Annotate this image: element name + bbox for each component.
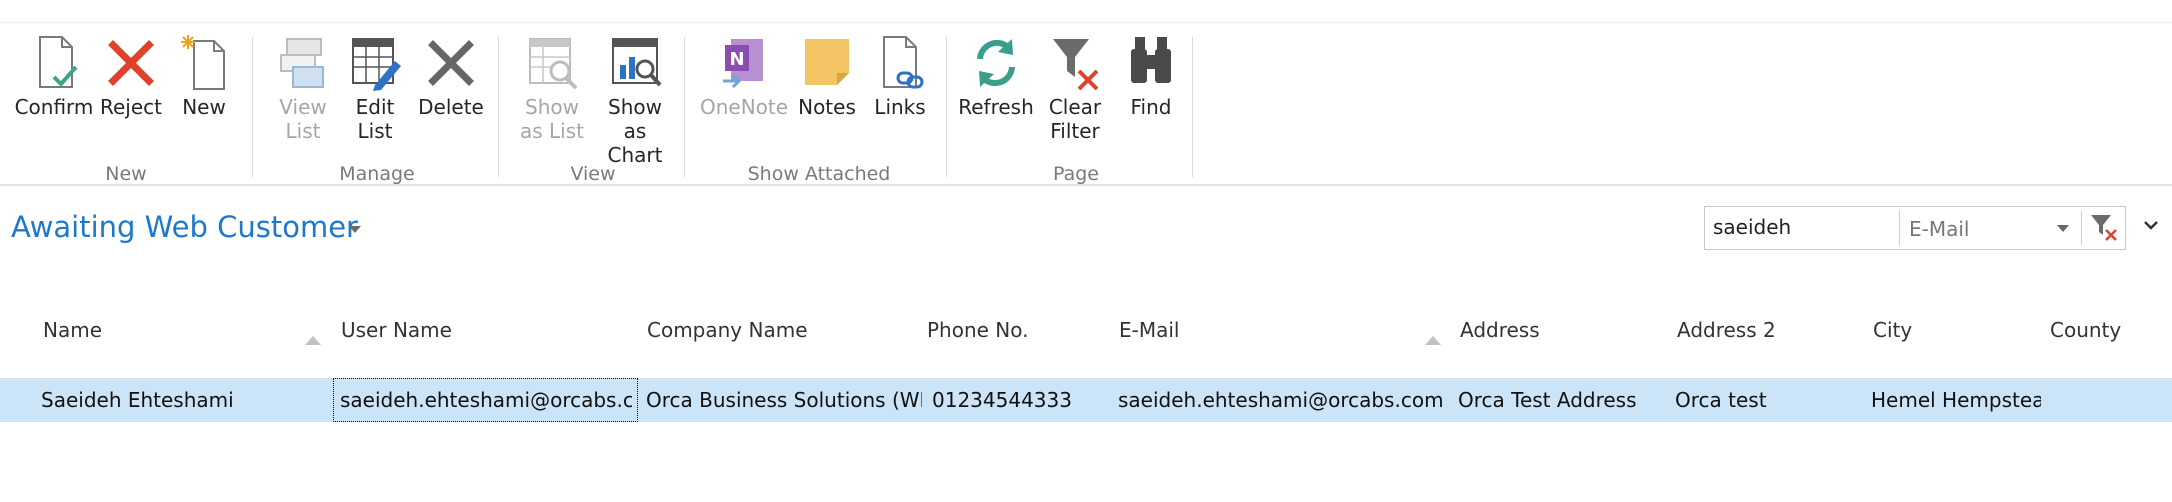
- find-button[interactable]: Find: [1116, 33, 1186, 119]
- find-label: Find: [1130, 95, 1172, 119]
- ribbon-group-show-attached: N OneNote Notes Links Show Attached: [694, 33, 944, 185]
- column-header-county[interactable]: County: [2050, 318, 2121, 342]
- confirm-label: Confirm: [14, 95, 94, 119]
- column-header-company-name[interactable]: Company Name: [647, 318, 808, 342]
- edit-list-button[interactable]: Edit List: [344, 33, 406, 143]
- confirm-document-icon: [39, 36, 78, 88]
- search-box: saeideh E-Mail: [1704, 206, 2126, 250]
- show-as-list-label: Show as List: [520, 95, 584, 143]
- ribbon-separator: [498, 37, 499, 177]
- ribbon-group-view: Show as List Show as Chart View: [508, 33, 678, 185]
- edit-list-icon: [352, 38, 401, 91]
- ribbon-bottom-border: [0, 184, 2172, 186]
- column-header-address2[interactable]: Address 2: [1677, 318, 1776, 342]
- cell-name[interactable]: Saeideh Ehteshami: [41, 388, 321, 412]
- column-header-phone[interactable]: Phone No.: [927, 318, 1029, 342]
- search-field-select[interactable]: E-Mail: [1909, 217, 1969, 241]
- column-header-city[interactable]: City: [1873, 318, 1912, 342]
- show-as-chart-icon: [612, 38, 662, 87]
- refresh-button[interactable]: Refresh: [958, 33, 1034, 119]
- notes-icon: [805, 39, 849, 85]
- group-label-new: New: [105, 163, 147, 185]
- column-header-address[interactable]: Address: [1460, 318, 1540, 342]
- links-icon: [883, 36, 924, 89]
- view-list-icon: [280, 38, 324, 88]
- sort-indicator-icon: [1425, 336, 1441, 345]
- svg-text:N: N: [729, 49, 744, 70]
- title-dropdown-icon[interactable]: [349, 226, 361, 233]
- binoculars-icon: [1131, 37, 1171, 83]
- links-button[interactable]: Links: [870, 33, 930, 119]
- column-header-name[interactable]: Name: [43, 318, 102, 342]
- search-divider: [1899, 211, 1900, 245]
- search-divider: [2081, 211, 2082, 245]
- group-label-view: View: [570, 163, 616, 185]
- edit-list-label: Edit List: [355, 95, 395, 143]
- reject-button[interactable]: Reject: [98, 33, 164, 119]
- reject-label: Reject: [99, 95, 162, 119]
- onenote-button[interactable]: N OneNote: [700, 33, 789, 119]
- delete-x-icon: [428, 40, 474, 86]
- delete-label: Delete: [418, 95, 484, 119]
- ribbon-group-page: Refresh Clear Filter Find Page: [956, 33, 1196, 185]
- ribbon-separator: [252, 37, 253, 177]
- group-label-page: Page: [1053, 163, 1099, 185]
- view-list-button[interactable]: View List: [272, 33, 334, 143]
- show-as-list-icon: [529, 38, 578, 90]
- reject-x-icon: [108, 40, 154, 86]
- new-label: New: [182, 95, 226, 119]
- ribbon: Confirm Reject New New View List Edit Li…: [0, 23, 2172, 185]
- notes-label: Notes: [798, 95, 856, 119]
- links-label: Links: [874, 95, 926, 119]
- sort-indicator-icon: [305, 336, 321, 345]
- clear-filter-label: Clear Filter: [1048, 95, 1102, 143]
- delete-button[interactable]: Delete: [416, 33, 486, 119]
- show-as-list-button[interactable]: Show as List: [514, 33, 590, 143]
- show-as-chart-label: Show as Chart: [607, 95, 663, 167]
- ribbon-separator: [946, 37, 947, 177]
- ribbon-separator: [1192, 37, 1193, 177]
- onenote-label: OneNote: [700, 95, 789, 119]
- cell-user-name[interactable]: saeideh.ehteshami@orcabs.com: [340, 388, 632, 412]
- cell-email[interactable]: saeideh.ehteshami@orcabs.com: [1118, 388, 1448, 412]
- ribbon-separator: [684, 37, 685, 177]
- clear-filter-icon: [1053, 39, 1099, 91]
- cell-address[interactable]: Orca Test Address: [1458, 388, 1668, 412]
- cell-city[interactable]: Hemel Hempstead: [1871, 388, 2041, 412]
- group-label-show-attached: Show Attached: [747, 163, 891, 185]
- confirm-button[interactable]: Confirm: [14, 33, 94, 119]
- collapse-chevron-icon[interactable]: [2143, 219, 2159, 231]
- column-header-email[interactable]: E-Mail: [1119, 318, 1179, 342]
- ribbon-group-manage: View List Edit List Delete Manage: [262, 33, 492, 185]
- clear-filter-icon[interactable]: [2089, 213, 2119, 243]
- cell-company-name[interactable]: Orca Business Solutions (WEB TE…: [646, 388, 922, 412]
- refresh-icon: [977, 39, 1015, 87]
- cell-address2[interactable]: Orca test: [1675, 388, 1865, 412]
- new-document-icon: [181, 35, 225, 90]
- new-button[interactable]: New: [174, 33, 234, 119]
- group-label-manage: Manage: [339, 163, 415, 185]
- onenote-icon: N: [723, 39, 763, 89]
- clear-filter-button[interactable]: Clear Filter: [1040, 33, 1110, 143]
- column-header-user-name[interactable]: User Name: [341, 318, 452, 342]
- refresh-label: Refresh: [958, 95, 1034, 119]
- chevron-down-icon[interactable]: [2057, 225, 2069, 232]
- notes-button[interactable]: Notes: [794, 33, 860, 119]
- cell-phone[interactable]: 01234544333: [932, 388, 1112, 412]
- ribbon-group-new: Confirm Reject New New: [0, 33, 252, 185]
- view-list-label: View List: [279, 95, 327, 143]
- search-input[interactable]: saeideh: [1713, 215, 1791, 239]
- page-title[interactable]: Awaiting Web Customer: [11, 210, 358, 244]
- show-as-chart-button[interactable]: Show as Chart: [594, 33, 676, 167]
